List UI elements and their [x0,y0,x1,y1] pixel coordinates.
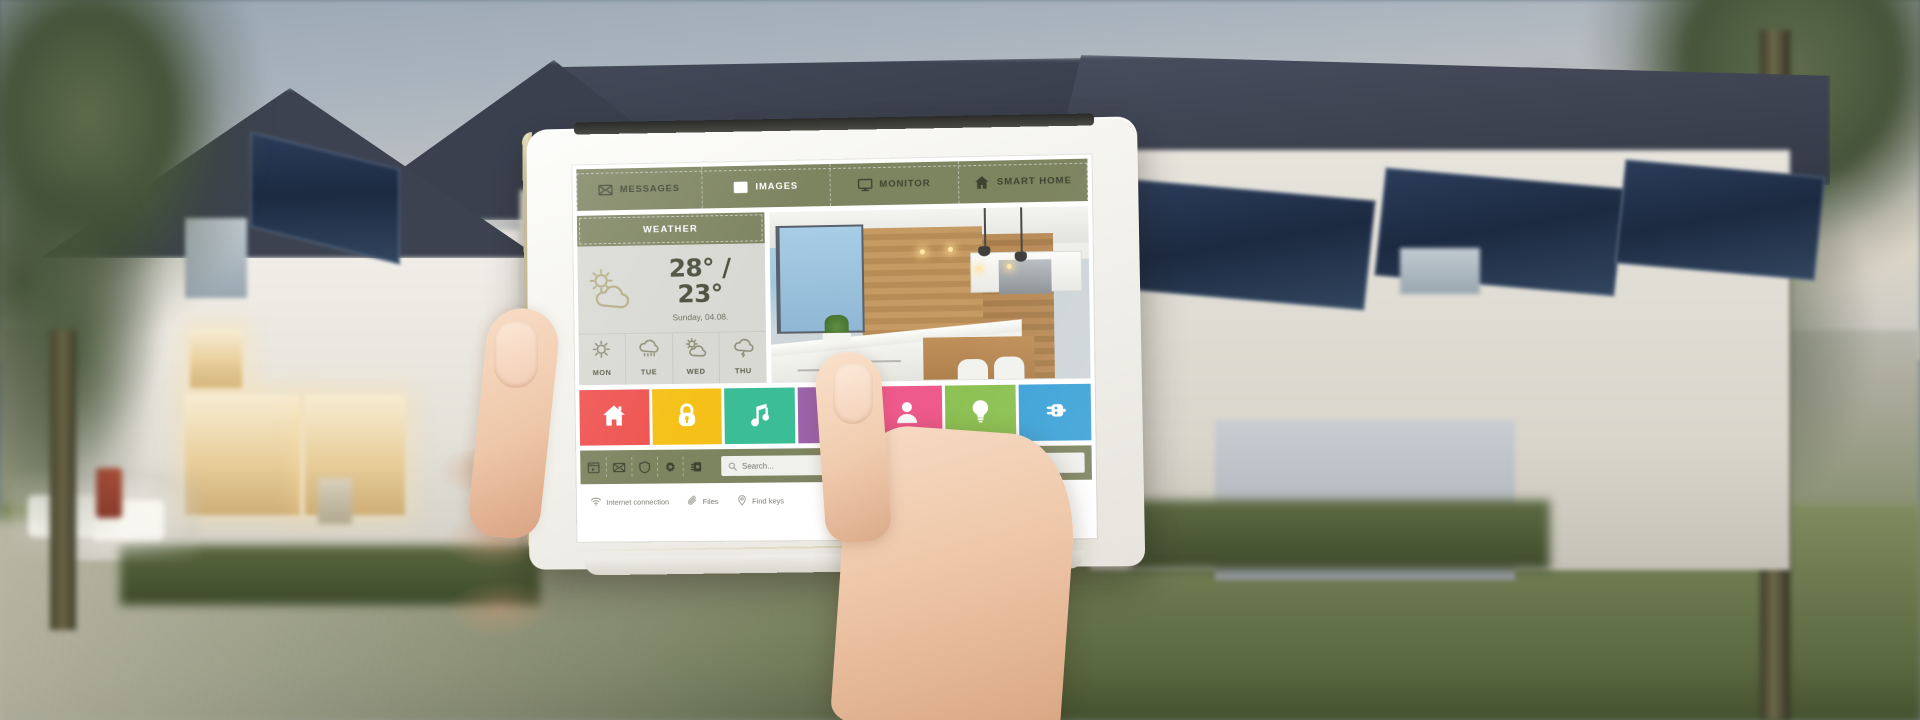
forecast-day-label: TUE [640,367,658,377]
pin-icon [736,495,747,508]
photo-ceiling-light [947,246,954,252]
photo-ceiling-light [1006,263,1012,270]
music-note-icon [747,400,773,431]
nav-label: IMAGES [755,180,799,193]
solar-panel [1124,179,1376,311]
plug-icon [1042,397,1069,429]
nav-item-images[interactable]: IMAGES [702,164,831,209]
envelope-icon [598,182,613,197]
gear-icon[interactable] [663,456,684,477]
weather-widget: WEATHER 28° / 23° Sunday, 04.08. MON TUE… [576,212,767,386]
weather-readings: 28° / 23° Sunday, 04.08. [642,252,758,323]
nav-item-smart-home[interactable]: SMART HOME [959,159,1088,204]
status-internet-connection[interactable]: Internet connection [591,495,670,509]
window-icon[interactable] [587,457,607,478]
nav-label: MESSAGES [619,182,681,195]
photo-ceiling-light [976,266,982,272]
lightbulb-icon [967,398,994,429]
monitor-icon [857,177,872,192]
home-icon [975,174,990,189]
left-thumbnail [494,322,538,388]
envelope-icon[interactable] [612,457,633,478]
nav-item-monitor[interactable]: MONITOR [829,161,960,207]
nav-label: SMART HOME [996,174,1072,188]
status-files[interactable]: Files [687,495,719,508]
tile-security[interactable] [651,388,723,445]
forecast-day-label: WED [686,366,706,376]
forecast-day-label: THU [734,366,752,376]
tile-music[interactable] [724,387,796,445]
forecast-day-label: MON [592,367,612,378]
socket-icon[interactable] [689,456,709,476]
forecast-day[interactable]: MON [578,334,627,386]
weather-forecast: MON TUE WED THU [578,330,767,386]
sun-cloud-icon [585,266,637,312]
lock-icon [674,401,700,432]
forecast-day[interactable]: WED [672,332,721,385]
weather-current: 28° / 23° Sunday, 04.08. [577,243,766,334]
photo-planter [822,332,851,344]
image-icon [734,179,749,194]
forecast-day[interactable]: THU [720,332,767,383]
house-icon [601,402,627,433]
nav-label: MONITOR [879,177,931,190]
status-label: Files [702,496,719,507]
paperclip-icon [687,495,698,508]
status-find-keys[interactable]: Find keys [736,494,784,507]
photo-ceiling-light [919,249,925,255]
photo-window-frame [775,224,865,334]
tile-power[interactable] [1019,383,1092,442]
weather-title: WEATHER [576,212,765,247]
hedge [1130,500,1550,570]
potted-plant [318,478,352,524]
tile-home[interactable] [579,389,650,446]
search-icon [728,461,737,470]
shield-icon[interactable] [638,456,659,477]
kitchen-photo[interactable] [769,206,1091,383]
left-hand [0,0,580,703]
person-icon [893,398,920,429]
weather-date: Sunday, 04.08. [672,311,729,322]
status-label: Internet connection [606,497,670,507]
temperature-value: 28° / 23° [668,252,731,308]
status-label: Find keys [752,496,785,506]
solar-panel [1614,159,1826,281]
nav-item-messages[interactable]: MESSAGES [576,166,704,211]
wifi-icon [591,496,602,509]
window [1400,248,1480,294]
right-fingernail [833,364,873,424]
forecast-day[interactable]: TUE [625,333,674,385]
